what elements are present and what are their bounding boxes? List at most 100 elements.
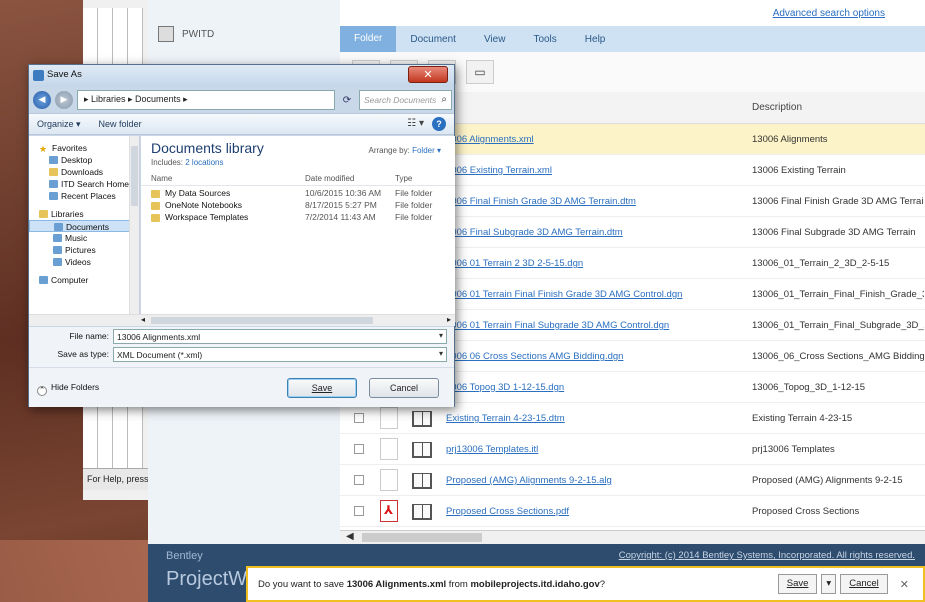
refresh-icon[interactable]: ⟳ [339, 95, 355, 106]
breadcrumb[interactable]: ▸ Libraries ▸ Documents ▸ [77, 90, 335, 110]
document-link[interactable]: 3006 06 Cross Sections AMG Bidding.dgn [446, 351, 623, 362]
book-icon[interactable] [412, 411, 432, 427]
book-icon[interactable] [412, 473, 432, 489]
dialog-title: Save As [47, 69, 82, 80]
document-link[interactable]: 3006 01 Terrain 2 3D 2-5-15.dgn [446, 258, 583, 269]
nav-desktop[interactable]: Desktop [29, 154, 139, 166]
scroll-left-icon[interactable]: ◀ [346, 531, 354, 542]
document-link[interactable]: Proposed (AMG) Alignments 9-2-15.alg [446, 475, 612, 486]
views-icon[interactable]: ☷ ▾ [407, 118, 424, 129]
nav-computer[interactable]: Computer [29, 274, 139, 286]
search-icon[interactable]: ⌕ [441, 94, 447, 105]
dialog-titlebar[interactable]: Save As ✕ [29, 65, 454, 87]
dialog-horizontal-scrollbar[interactable]: ◂ ▸ [29, 314, 455, 326]
document-link[interactable]: 3006 01 Terrain Final Finish Grade 3D AM… [446, 289, 682, 300]
search-input[interactable]: Search Documents ⌕ [359, 90, 452, 110]
copyright-link[interactable]: Copyright: (c) 2014 Bentley Systems, Inc… [619, 550, 915, 561]
search-home-icon [49, 180, 58, 188]
table-row[interactable]: Proposed (AMG) Alignments 9-2-15.alg Pro… [340, 465, 925, 496]
column-date-modified[interactable]: Date modified [305, 174, 354, 183]
new-window-icon[interactable]: ▭ [466, 60, 494, 84]
hide-folders-toggle[interactable]: ⌃ Hide Folders [37, 382, 99, 396]
menu-folder[interactable]: Folder [340, 26, 397, 52]
document-link[interactable]: 3006 Final Subgrade 3D AMG Terrain.dtm [446, 227, 623, 238]
scroll-left-icon[interactable]: ◂ [141, 315, 145, 324]
download-message-prefix: Do you want to save [258, 578, 347, 590]
back-icon[interactable]: ◀ [33, 91, 51, 109]
forward-icon[interactable]: ▶ [55, 91, 73, 109]
document-description: 13006 Existing Terrain [752, 165, 846, 176]
nav-recent-places[interactable]: Recent Places [29, 190, 139, 202]
arrange-value[interactable]: Folder ▾ [412, 146, 441, 155]
nav-videos[interactable]: Videos [29, 256, 139, 268]
document-link[interactable]: prj13006 Templates.itl [446, 444, 538, 455]
list-item[interactable]: Workspace Templates 7/2/2014 11:43 AM Fi… [141, 212, 455, 224]
scroll-thumb[interactable] [362, 533, 482, 542]
includes-link[interactable]: 2 locations [185, 158, 223, 167]
column-type[interactable]: Type [395, 174, 412, 183]
datasource-label[interactable]: PWITD [158, 26, 214, 42]
chevron-down-icon[interactable]: ▾ [439, 349, 443, 358]
row-checkbox[interactable] [354, 444, 364, 454]
document-link[interactable]: 3006 Topog 3D 1-12-15.dgn [446, 382, 564, 393]
nav-scroll-thumb[interactable] [131, 146, 138, 206]
table-row[interactable]: Existing Terrain 4-23-15.dtm Existing Te… [340, 403, 925, 434]
chevron-down-icon[interactable]: ▾ [821, 574, 837, 594]
save-type-label: Save as type: [57, 349, 109, 359]
nav-libraries[interactable]: Libraries [29, 208, 139, 220]
nav-scrollbar[interactable] [129, 136, 139, 314]
row-checkbox[interactable] [354, 413, 364, 423]
save-button[interactable]: Save [287, 378, 357, 398]
document-link[interactable]: 3006 Alignments.xml [446, 134, 534, 145]
star-icon: ★ [39, 144, 48, 154]
table-row[interactable]: Proposed Cross Sections.pdf Proposed Cro… [340, 496, 925, 527]
download-cancel-button[interactable]: Cancel [840, 574, 888, 594]
nav-music-label: Music [65, 233, 88, 243]
download-message-middle: from [446, 578, 471, 590]
horizontal-scrollbar[interactable]: ◀ [340, 530, 925, 544]
nav-favorites[interactable]: ★ Favorites [29, 142, 139, 154]
nav-documents[interactable]: Documents [29, 220, 139, 232]
help-icon[interactable]: ? [432, 117, 446, 131]
nav-libraries-label: Libraries [51, 209, 84, 219]
cancel-button[interactable]: Cancel [369, 378, 439, 398]
book-icon[interactable] [412, 504, 432, 520]
videos-icon [53, 258, 62, 266]
row-checkbox[interactable] [354, 475, 364, 485]
table-row[interactable]: prj13006 Templates.itl prj13006 Template… [340, 434, 925, 465]
organize-button[interactable]: Organize ▾ [37, 119, 81, 130]
nav-pictures[interactable]: Pictures [29, 244, 139, 256]
nav-desktop-label: Desktop [61, 155, 93, 165]
list-item[interactable]: My Data Sources 10/6/2015 10:36 AM File … [141, 188, 455, 200]
document-link[interactable]: Proposed Cross Sections.pdf [446, 506, 569, 517]
dialog-scroll-thumb[interactable] [151, 317, 373, 324]
scroll-right-icon[interactable]: ▸ [447, 315, 451, 324]
advanced-search-link[interactable]: Advanced search options [773, 8, 885, 19]
chevron-down-icon[interactable]: ▾ [439, 331, 443, 340]
document-link[interactable]: 3006 01 Terrain Final Subgrade 3D AMG Co… [446, 320, 669, 331]
nav-downloads[interactable]: Downloads [29, 166, 139, 178]
menu-help[interactable]: Help [571, 34, 620, 45]
column-description[interactable]: Description [752, 102, 802, 113]
download-save-button[interactable]: Save [777, 574, 818, 594]
save-type-select[interactable]: XML Document (*.xml) ▾ [113, 347, 447, 362]
new-folder-button[interactable]: New folder [99, 119, 142, 129]
menu-tools[interactable]: Tools [519, 34, 570, 45]
close-icon[interactable]: ✕ [900, 578, 909, 591]
row-checkbox[interactable] [354, 506, 364, 516]
list-item[interactable]: OneNote Notebooks 8/17/2015 5:27 PM File… [141, 200, 455, 212]
column-name[interactable]: Name [151, 174, 172, 183]
nav-music[interactable]: Music [29, 232, 139, 244]
nav-itd-search[interactable]: ITD Search Home [29, 178, 139, 190]
close-icon[interactable]: ✕ [408, 66, 448, 83]
document-link[interactable]: 3006 Existing Terrain.xml [446, 165, 552, 176]
menu-view[interactable]: View [470, 34, 520, 45]
document-icon [380, 469, 398, 491]
book-icon[interactable] [412, 442, 432, 458]
document-link[interactable]: 3006 Final Finish Grade 3D AMG Terrain.d… [446, 196, 636, 207]
menu-document[interactable]: Document [396, 34, 470, 45]
arrange-by[interactable]: Arrange by: Folder ▾ [368, 146, 441, 155]
save-fields: File name: 13006 Alignments.xml ▾ Save as… [29, 327, 454, 367]
file-name-field[interactable]: 13006 Alignments.xml ▾ [113, 329, 447, 344]
document-link[interactable]: Existing Terrain 4-23-15.dtm [446, 413, 565, 424]
